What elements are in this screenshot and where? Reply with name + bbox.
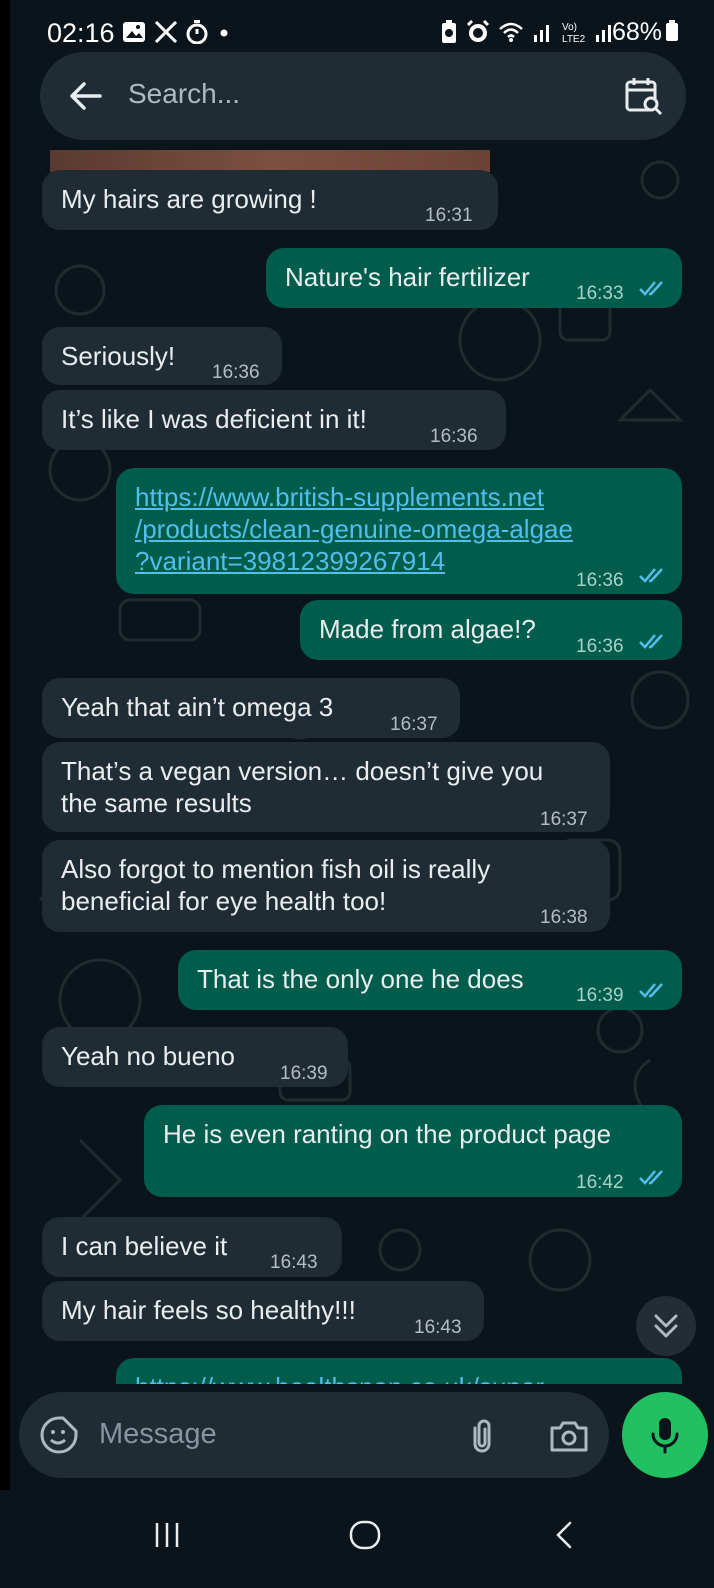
message-text: That’s a vegan version… doesn’t give you… bbox=[61, 756, 544, 818]
chat-messages[interactable]: My hairs are growing ! 16:31 Nature's ha… bbox=[0, 150, 714, 1384]
message-time: 16:43 bbox=[414, 1317, 462, 1338]
message-text: I can believe it bbox=[61, 1231, 228, 1261]
message-in[interactable]: It’s like I was deficient in it! 16:36 bbox=[42, 390, 506, 450]
calendar-search-icon[interactable] bbox=[624, 76, 664, 116]
message-time: 16:42 bbox=[576, 1172, 624, 1193]
message-time: 16:43 bbox=[270, 1252, 318, 1273]
message-text: My hairs are growing ! bbox=[61, 184, 317, 214]
message-out[interactable]: He is even ranting on the product page 1… bbox=[144, 1105, 682, 1197]
message-time: 16:39 bbox=[576, 985, 624, 1006]
message-text: My hair feels so healthy!!! bbox=[61, 1295, 356, 1325]
battery-percentage: 68% bbox=[612, 18, 679, 47]
message-time: 16:36 bbox=[212, 362, 260, 383]
scroll-to-bottom-button[interactable] bbox=[636, 1296, 696, 1356]
message-in[interactable]: Also forgot to mention fish oil is reall… bbox=[42, 840, 610, 932]
message-input[interactable]: Message bbox=[99, 1418, 217, 1451]
message-out-link[interactable]: https://www.healthspan.co.uk/super bbox=[116, 1358, 682, 1384]
message-time: 16:31 bbox=[425, 205, 473, 226]
message-time: 16:36 bbox=[430, 426, 478, 447]
read-ticks-icon bbox=[639, 281, 663, 296]
double-chevron-down-icon bbox=[654, 1314, 678, 1338]
message-text: He is even ranting on the product page bbox=[163, 1119, 612, 1149]
dot-icon bbox=[220, 29, 228, 37]
x-icon bbox=[154, 21, 178, 43]
camera-icon[interactable] bbox=[549, 1418, 589, 1454]
message-time: 16:33 bbox=[576, 283, 624, 304]
read-ticks-icon bbox=[639, 983, 663, 998]
status-bar: 02:16 Vo) LTE2 68% bbox=[0, 0, 714, 60]
read-ticks-icon bbox=[639, 634, 663, 649]
message-time: 16:36 bbox=[576, 636, 624, 657]
message-time: 16:39 bbox=[280, 1063, 328, 1084]
message-time: 16:36 bbox=[576, 570, 624, 591]
message-text: Yeah that ain’t omega 3 bbox=[61, 692, 334, 722]
message-in[interactable]: My hair feels so healthy!!! 16:43 bbox=[42, 1281, 484, 1341]
image-message-preview[interactable] bbox=[50, 150, 490, 172]
message-time: 16:37 bbox=[540, 809, 588, 830]
volte-icon: Vo)LTE2 bbox=[562, 22, 586, 44]
back-chevron-icon[interactable] bbox=[553, 1520, 575, 1550]
message-in[interactable]: Seriously! 16:36 bbox=[42, 327, 282, 385]
message-in[interactable]: I can believe it 16:43 bbox=[42, 1217, 342, 1277]
status-time: 02:16 bbox=[47, 18, 115, 48]
svg-text:Vo): Vo) bbox=[562, 22, 577, 33]
read-ticks-icon bbox=[639, 1170, 663, 1185]
message-text: Yeah no bueno bbox=[61, 1041, 236, 1071]
message-out[interactable]: Made from algae!? 16:36 bbox=[300, 600, 682, 660]
system-navigation-bar bbox=[0, 1490, 714, 1588]
message-text: Seriously! bbox=[61, 341, 176, 371]
message-in[interactable]: That’s a vegan version… doesn’t give you… bbox=[42, 742, 610, 832]
message-out[interactable]: That is the only one he does 16:39 bbox=[178, 950, 682, 1010]
message-in[interactable]: Yeah no bueno 16:39 bbox=[42, 1027, 348, 1087]
status-system-icons: Vo) LTE2 bbox=[440, 20, 616, 44]
message-text: Made from algae!? bbox=[319, 614, 536, 644]
message-text: It’s like I was deficient in it! bbox=[61, 404, 367, 434]
message-time: 16:38 bbox=[540, 907, 588, 928]
message-out[interactable]: Nature's hair fertilizer 16:33 bbox=[266, 248, 682, 308]
battery-saver-icon bbox=[442, 20, 456, 43]
voice-message-button[interactable] bbox=[622, 1392, 708, 1478]
timer-icon bbox=[186, 20, 208, 44]
wifi-icon bbox=[499, 22, 523, 42]
message-text: Also forgot to mention fish oil is reall… bbox=[61, 854, 491, 916]
message-in[interactable]: Yeah that ain’t omega 3 16:37 bbox=[42, 678, 460, 738]
message-link[interactable]: https://www.healthspan.co.uk/super bbox=[135, 1371, 544, 1384]
signal-icon bbox=[534, 25, 549, 42]
message-text: That is the only one he does bbox=[197, 964, 524, 994]
mic-icon bbox=[651, 1418, 679, 1454]
message-out-link[interactable]: https://www.british-supplements.net /pro… bbox=[116, 468, 682, 594]
gallery-icon bbox=[123, 22, 145, 42]
home-icon[interactable] bbox=[348, 1520, 382, 1550]
svg-text:LTE2: LTE2 bbox=[562, 34, 586, 44]
message-text: Nature's hair fertilizer bbox=[285, 262, 530, 292]
status-notification-icons bbox=[122, 20, 232, 44]
message-time: 16:37 bbox=[390, 714, 438, 735]
battery-text: 68% bbox=[612, 18, 663, 46]
search-input[interactable]: Search... bbox=[128, 78, 240, 110]
read-ticks-icon bbox=[639, 568, 663, 583]
sticker-emoji-icon[interactable] bbox=[39, 1415, 79, 1455]
back-arrow-icon[interactable] bbox=[68, 78, 104, 114]
message-link[interactable]: https://www.british-supplements.net /pro… bbox=[135, 481, 573, 577]
recent-apps-icon[interactable] bbox=[152, 1520, 182, 1550]
alarm-icon bbox=[466, 20, 490, 42]
message-composer[interactable]: Message bbox=[19, 1392, 609, 1478]
paperclip-icon[interactable] bbox=[467, 1416, 497, 1456]
message-in[interactable]: My hairs are growing ! 16:31 bbox=[42, 170, 498, 230]
battery-icon bbox=[666, 20, 679, 41]
search-bar[interactable]: Search... bbox=[40, 52, 686, 140]
